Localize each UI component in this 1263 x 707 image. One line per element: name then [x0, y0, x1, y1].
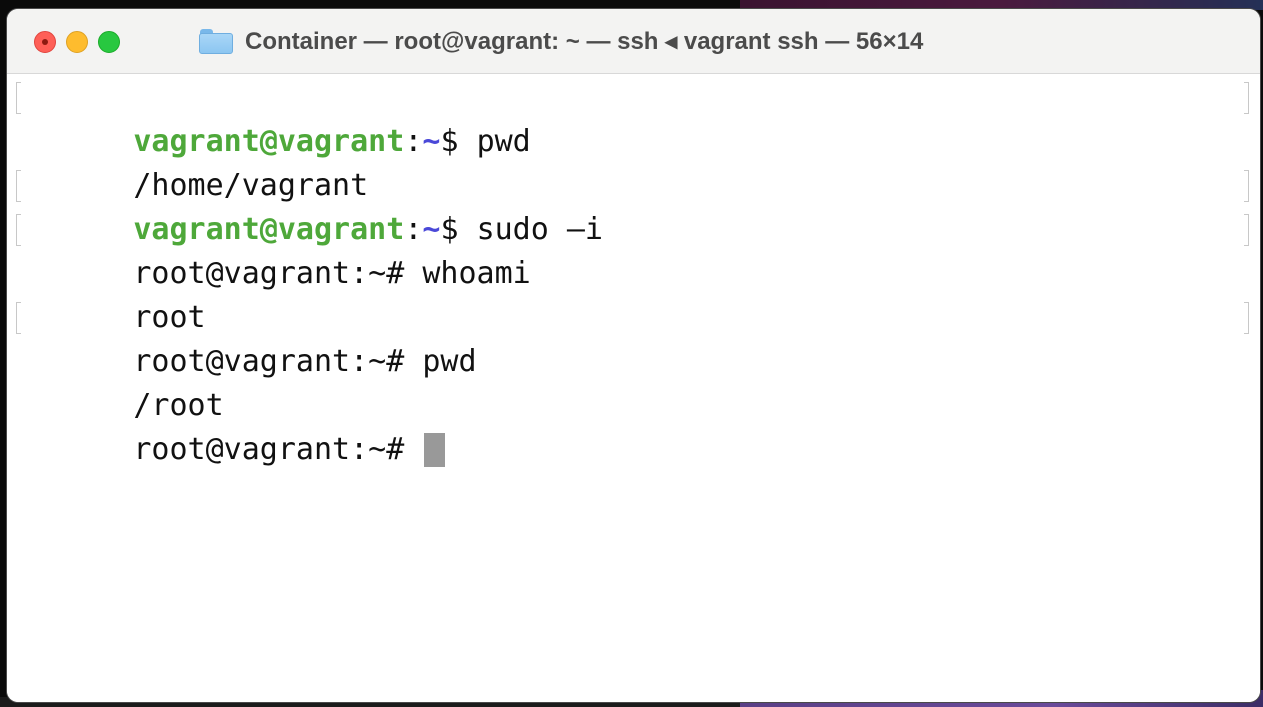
line-mark-left	[16, 170, 21, 202]
terminal-line: /home/vagrant	[25, 120, 368, 203]
line-mark-left	[16, 214, 21, 246]
current-prompt: root@vagrant:~#	[133, 432, 423, 467]
line-mark-left	[16, 302, 21, 334]
prompt-separator: :	[404, 124, 423, 159]
minimize-button[interactable]	[66, 31, 88, 53]
text-cursor	[424, 433, 446, 467]
terminal-output[interactable]: vagrant@vagrant:~$ pwd /home/vagrant vag…	[7, 74, 1260, 702]
close-icon	[42, 39, 48, 45]
prompt-symbol: $	[440, 124, 477, 159]
terminal-line: root@vagrant:~# whoami	[16, 208, 531, 291]
line-mark-right	[1244, 302, 1249, 334]
line-mark-right	[1244, 214, 1249, 246]
line-mark-right	[1244, 170, 1249, 202]
command-text: pwd	[476, 124, 531, 159]
window-title: Container — root@vagrant: ~ — ssh ◂ vagr…	[199, 23, 923, 59]
terminal-line: /root	[25, 340, 223, 423]
terminal-line: root@vagrant:~#	[25, 384, 446, 467]
folder-icon	[199, 28, 233, 54]
terminal-line: root@vagrant:~# pwd	[16, 296, 477, 379]
close-button[interactable]	[34, 31, 56, 53]
terminal-line: root	[25, 252, 205, 335]
maximize-button[interactable]	[98, 31, 120, 53]
terminal-window: Container — root@vagrant: ~ — ssh ◂ vagr…	[7, 9, 1260, 702]
prompt-path: ~	[422, 124, 441, 159]
terminal-line: vagrant@vagrant:~$ pwd	[16, 76, 531, 159]
terminal-line: vagrant@vagrant:~$ sudo –i	[16, 164, 603, 247]
title-bar[interactable]: Container — root@vagrant: ~ — ssh ◂ vagr…	[7, 9, 1260, 74]
line-mark-left	[16, 82, 21, 114]
line-mark-right	[1244, 82, 1249, 114]
window-title-text: Container — root@vagrant: ~ — ssh ◂ vagr…	[245, 27, 924, 55]
